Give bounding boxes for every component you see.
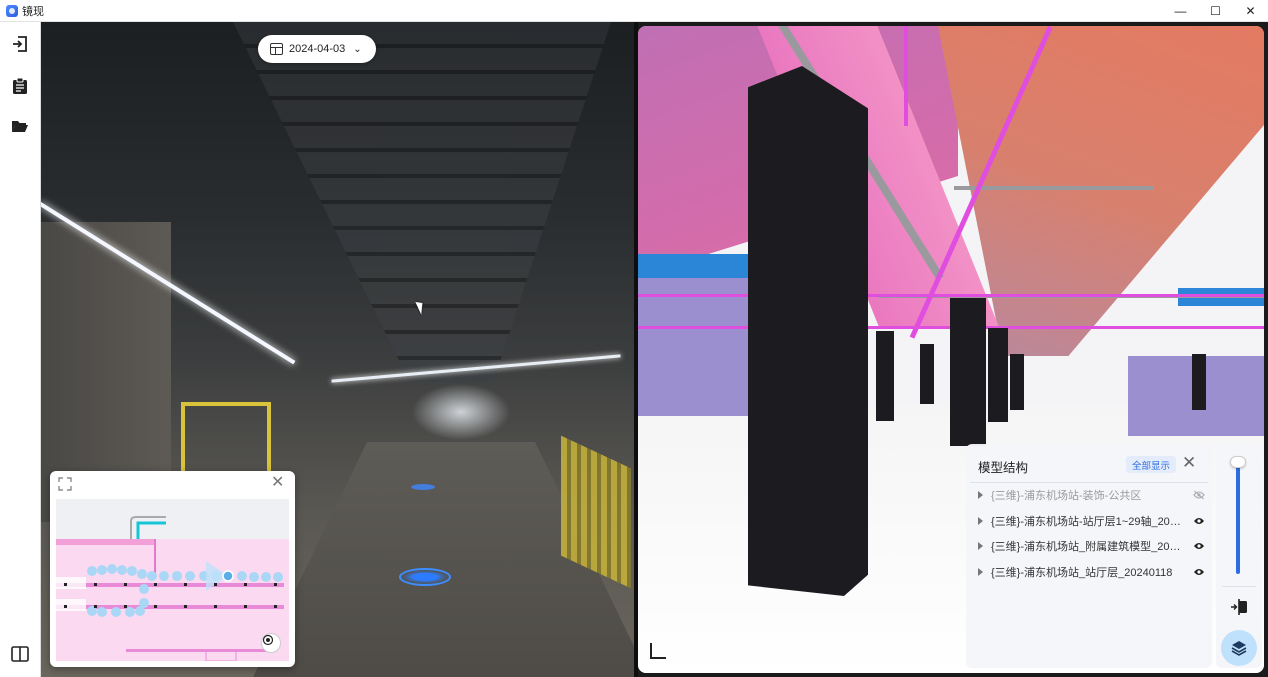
chevron-down-icon: ⌄: [353, 43, 362, 55]
tree-item-label: {三维}-浦东机场站_附属建筑模型_20240118: [991, 541, 1186, 553]
nav-marker[interactable]: [399, 568, 451, 586]
date-selector[interactable]: 2024-04-03 ⌄: [258, 35, 376, 63]
title-bar: 镜现 — ☐ ✕: [0, 0, 1268, 22]
date-value: 2024-04-03: [289, 43, 346, 55]
measure-icon[interactable]: [650, 643, 666, 659]
eye-icon[interactable]: [1192, 565, 1206, 579]
tree-item-label: {三维}-浦东机场站-装饰-公共区: [991, 490, 1142, 502]
eye-off-icon[interactable]: [1192, 488, 1206, 502]
tree-item[interactable]: {三维}-浦东机场站_附属建筑模型_20240118: [978, 536, 1206, 556]
caret-right-icon[interactable]: [978, 568, 983, 576]
show-all-button[interactable]: 全部显示: [1126, 456, 1176, 473]
compare-split-icon[interactable]: [1229, 598, 1249, 616]
model-pillar: [920, 344, 934, 404]
app-logo-icon: [6, 4, 18, 17]
model-pillar: [1010, 354, 1024, 410]
minimap-close-button[interactable]: ✕: [271, 475, 287, 491]
sidebar: [0, 22, 41, 677]
close-button[interactable]: ✕: [1233, 0, 1268, 22]
caret-right-icon[interactable]: [978, 542, 983, 550]
minimap-map[interactable]: [56, 499, 289, 661]
model-tools-panel: [1216, 444, 1262, 668]
model-pipe: [954, 186, 1154, 190]
model-pipe: [638, 294, 1264, 297]
divider: [970, 482, 1208, 483]
panel-close-button[interactable]: ✕: [1182, 454, 1196, 471]
caret-right-icon[interactable]: [978, 491, 983, 499]
tree-item[interactable]: {三维}-浦东机场站-装饰-公共区: [978, 485, 1206, 505]
panel-title: 模型结构: [978, 461, 1029, 475]
layers-icon[interactable]: [1221, 630, 1257, 666]
clipboard-icon[interactable]: [8, 74, 32, 98]
eye-icon[interactable]: [1192, 514, 1206, 528]
maximize-button[interactable]: ☐: [1198, 0, 1233, 22]
caret-right-icon[interactable]: [978, 517, 983, 525]
window-title: 镜现: [22, 5, 44, 18]
minimap-header: ✕: [50, 471, 295, 499]
opacity-slider-track[interactable]: [1236, 458, 1240, 574]
locate-icon[interactable]: [261, 633, 281, 653]
minimap-panel: ✕: [50, 471, 295, 667]
expand-icon[interactable]: [58, 477, 74, 493]
eye-icon[interactable]: [1192, 539, 1206, 553]
folder-open-icon[interactable]: [8, 114, 32, 138]
model-pillar: [950, 298, 986, 446]
window-controls: — ☐ ✕: [1163, 0, 1268, 22]
tree-item-label: {三维}-浦东机场站-站厅层1~29轴_20240118: [991, 516, 1186, 528]
divider: [1222, 586, 1256, 587]
minimap-drawing: [56, 516, 289, 661]
exit-icon[interactable]: [8, 32, 32, 56]
model-pillar: [748, 66, 868, 596]
minimize-button[interactable]: —: [1163, 0, 1198, 22]
model-duct: [638, 254, 758, 278]
model-pillar: [1192, 354, 1206, 410]
model-pillar: [876, 331, 894, 421]
tree-item[interactable]: {三维}-浦东机场站-站厅层1~29轴_20240118: [978, 511, 1206, 531]
model-pillar: [988, 328, 1008, 422]
tree-item-label: {三维}-浦东机场站_站厅层_20240118: [991, 567, 1173, 579]
calendar-icon: [270, 43, 283, 55]
model-structure-panel: 模型结构 全部显示 ✕ {三维}-浦东机场站-装饰-公共区 {三维}-浦东机场站…: [966, 444, 1212, 668]
model-wall: [638, 256, 758, 416]
panorama-ceiling: [233, 22, 611, 382]
nav-marker[interactable]: [411, 484, 435, 490]
model-pipe: [904, 26, 908, 126]
split-view-icon[interactable]: [8, 642, 32, 666]
tree-item[interactable]: {三维}-浦东机场站_站厅层_20240118: [978, 562, 1206, 582]
opacity-slider-thumb[interactable]: [1230, 456, 1246, 468]
